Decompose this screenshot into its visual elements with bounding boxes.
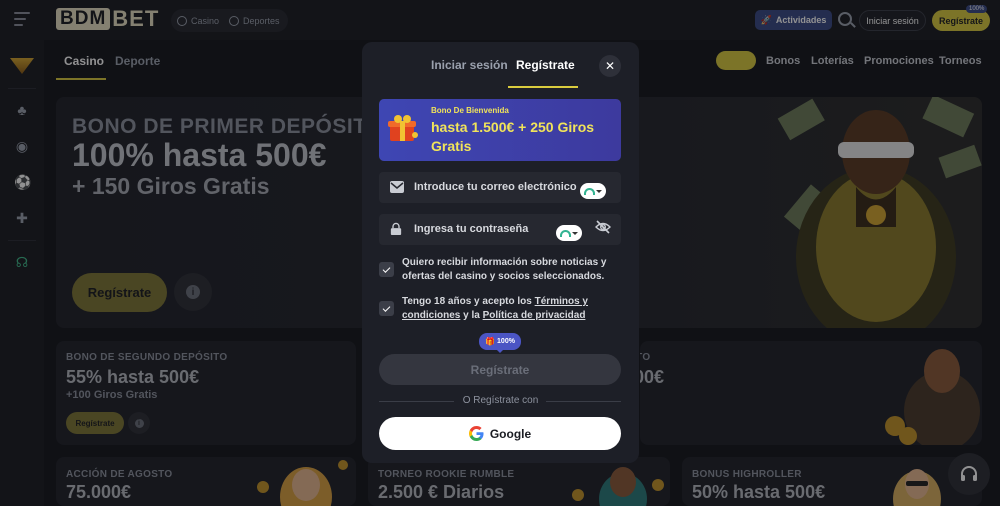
email-field[interactable]: Introduce tu correo electrónico bbox=[379, 172, 621, 203]
password-placeholder: Ingresa tu contraseña bbox=[414, 223, 529, 235]
terms-consent-text: Tengo 18 años y acepto los Términos y co… bbox=[402, 295, 617, 323]
bonus-label: Bono De Bienvenida bbox=[431, 106, 509, 115]
pct-badge-label: 100% bbox=[497, 338, 515, 345]
google-label: Google bbox=[489, 426, 532, 441]
eye-off-icon[interactable] bbox=[595, 219, 611, 235]
modal-tab-login[interactable]: Iniciar sesión bbox=[431, 58, 508, 72]
privacy-link[interactable]: Política de privacidad bbox=[483, 310, 586, 321]
close-icon[interactable]: ✕ bbox=[599, 55, 621, 77]
terms-mid: y la bbox=[460, 310, 483, 321]
bonus-percent-badge: 🎁 100% bbox=[479, 333, 521, 353]
gift-icon bbox=[388, 115, 418, 141]
mail-icon bbox=[390, 181, 404, 193]
password-field[interactable]: Ingresa tu contraseña bbox=[379, 214, 621, 245]
register-submit-button[interactable]: Regístrate bbox=[379, 354, 621, 385]
welcome-bonus-banner: Bono De Bienvenida hasta 1.500€ + 250 Gi… bbox=[379, 99, 621, 161]
autofill-icon[interactable] bbox=[556, 225, 582, 241]
modal-tab-register[interactable]: Regístrate bbox=[516, 58, 575, 72]
email-placeholder: Introduce tu correo electrónico bbox=[414, 181, 577, 193]
bonus-text: hasta 1.500€ + 250 Giros Gratis bbox=[431, 119, 595, 154]
terms-checkbox[interactable] bbox=[379, 301, 394, 316]
newsletter-checkbox[interactable] bbox=[379, 262, 394, 277]
modal-tab-underline bbox=[508, 86, 578, 88]
divider-line bbox=[546, 401, 621, 402]
lock-icon bbox=[390, 222, 402, 235]
register-modal: Iniciar sesión Regístrate ✕ Bono De Bien… bbox=[362, 42, 639, 463]
gift-icon: 🎁 bbox=[485, 337, 496, 346]
terms-prefix: Tengo 18 años y acepto los bbox=[402, 296, 535, 307]
google-signin-button[interactable]: Google bbox=[379, 417, 621, 450]
newsletter-consent-text: Quiero recibir información sobre noticia… bbox=[402, 257, 607, 282]
autofill-icon[interactable] bbox=[580, 183, 606, 199]
google-icon bbox=[468, 426, 484, 441]
